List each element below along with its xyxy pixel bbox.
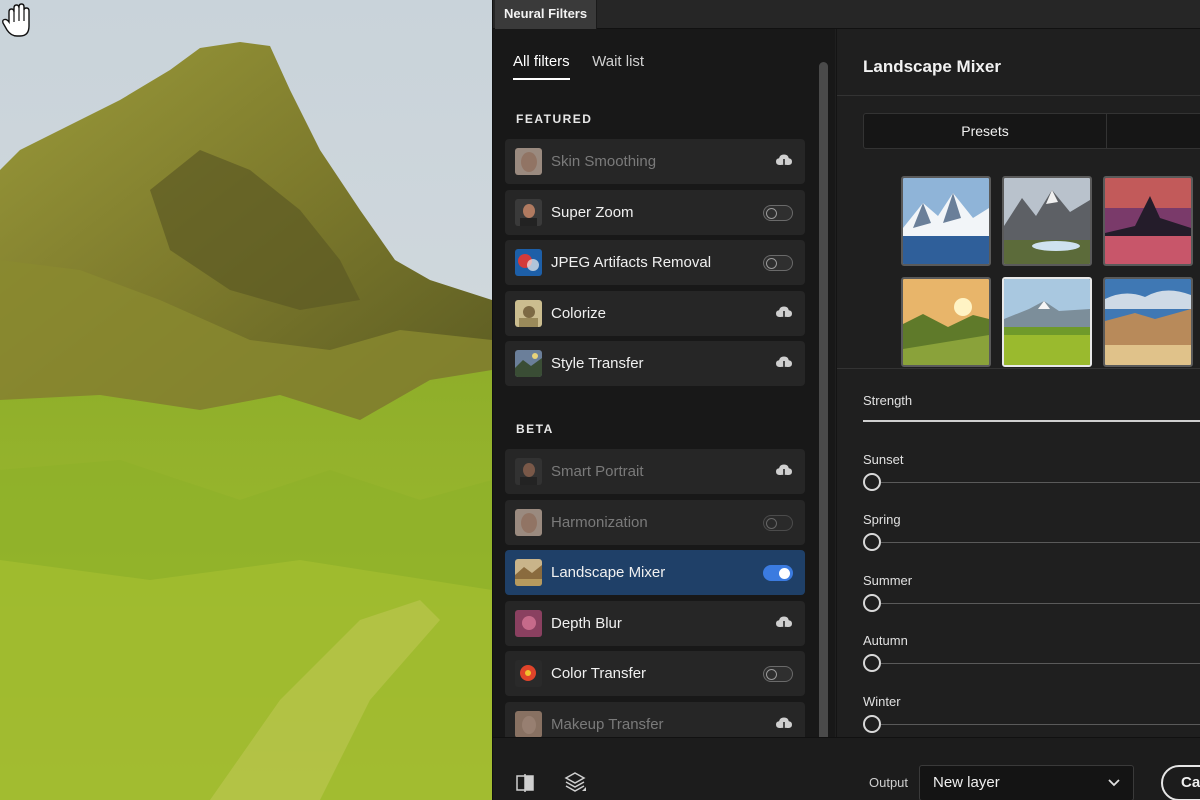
landscape-photo <box>0 0 492 800</box>
snowy-lake-preset[interactable] <box>901 176 991 266</box>
tab-presets[interactable]: Presets <box>864 114 1107 148</box>
section-beta-heading: BETA <box>516 422 554 436</box>
vintage-thumb-icon <box>515 299 542 327</box>
slider-label-sunset: Sunset <box>863 452 904 467</box>
panel-footer: Output New layer Cancel <box>493 737 1200 800</box>
flower-thumb-icon <box>515 660 542 687</box>
section-featured-heading: FEATURED <box>516 112 593 126</box>
slider-track-spring[interactable] <box>881 542 1200 544</box>
filter-item-super-zoom[interactable]: Super Zoom <box>505 189 805 235</box>
preset-image <box>1004 279 1090 365</box>
sunset-peak-preset[interactable] <box>1103 176 1193 266</box>
slider-knob-sunset[interactable] <box>863 473 881 491</box>
slider-knob-spring[interactable] <box>863 533 881 552</box>
cancel-button[interactable]: Cancel <box>1161 765 1200 800</box>
filter-label: Landscape Mixer <box>551 564 666 581</box>
filter-label: JPEG Artifacts Removal <box>551 254 712 271</box>
filter-title: Landscape Mixer <box>863 57 1001 76</box>
chevron-down-icon <box>1108 779 1120 787</box>
filter-item-smart-portrait[interactable]: Smart Portrait <box>505 449 805 494</box>
cloud-download-icon[interactable] <box>775 355 793 371</box>
cloud-download-icon[interactable] <box>775 716 793 732</box>
divider <box>837 368 1200 369</box>
filter-item-depth-blur[interactable]: Depth Blur <box>505 600 805 646</box>
slider-label-spring: Spring <box>863 512 901 528</box>
presets-tabbar: Presets <box>863 113 1200 149</box>
filter-label: Style Transfer <box>551 355 644 372</box>
divider <box>837 95 1200 96</box>
compare-view-icon[interactable] <box>515 773 535 793</box>
filter-toggle[interactable] <box>763 565 793 581</box>
canvas-image[interactable] <box>0 0 492 800</box>
painting-thumb-icon <box>515 350 542 377</box>
slider-knob-summer[interactable] <box>863 593 881 612</box>
face-thumb-icon <box>515 148 542 175</box>
portrait-thumb-icon <box>515 458 542 485</box>
green-meadow-preset[interactable] <box>1002 277 1092 367</box>
preset-image <box>903 279 989 365</box>
slider-track-autumn[interactable] <box>881 663 1200 665</box>
filter-list: All filters Wait list FEATURED Skin Smoo… <box>493 29 835 752</box>
filter-item-style-transfer[interactable]: Style Transfer <box>505 341 805 386</box>
preset-image <box>903 178 989 264</box>
tab-neural-filters[interactable]: Neural Filters <box>495 0 598 29</box>
output-value: New layer <box>933 774 1000 791</box>
strength-label: Strength <box>863 393 913 408</box>
filter-toggle[interactable] <box>763 204 793 221</box>
cloud-download-icon[interactable] <box>775 463 793 479</box>
photoshop-neural-filters-workspace: Neural Filters All filters Wait list FEA… <box>0 0 1200 800</box>
filter-label: Super Zoom <box>551 203 634 221</box>
slider-knob-autumn[interactable] <box>863 654 881 673</box>
preset-image <box>1004 178 1090 264</box>
list-scrollbar[interactable] <box>819 62 828 752</box>
slider-knob-winter[interactable] <box>863 714 881 733</box>
landscape-thumb-icon <box>515 559 542 586</box>
layers-icon[interactable] <box>563 770 587 794</box>
list-tabs: All filters Wait list <box>513 53 662 83</box>
filter-item-colorize[interactable]: Colorize <box>505 290 805 336</box>
filter-label: Colorize <box>551 304 607 322</box>
panel-tab-bar: Neural Filters <box>493 0 1200 29</box>
preset-image <box>1105 178 1191 264</box>
filter-detail-pane: Landscape Mixer Presets Strength Sunset S… <box>836 29 1200 737</box>
slider-label-autumn: Autumn <box>863 633 908 649</box>
slider-label-winter: Winter <box>863 693 901 709</box>
cloud-download-icon[interactable] <box>775 615 793 631</box>
filter-item-jpeg-artifacts-removal[interactable]: JPEG Artifacts Removal <box>505 240 805 285</box>
filter-toggle[interactable] <box>763 514 793 531</box>
preset-image <box>1105 279 1191 365</box>
filter-label: Smart Portrait <box>551 463 644 480</box>
filter-label: Harmonization <box>551 513 648 531</box>
portrait-thumb-icon <box>515 198 542 226</box>
filter-item-skin-smoothing[interactable]: Skin Smoothing <box>505 139 805 184</box>
makeup-thumb-icon <box>515 710 542 738</box>
blur-thumb-icon <box>515 609 542 637</box>
tab-all-filters[interactable]: All filters <box>513 53 570 80</box>
golden-hills-preset[interactable] <box>901 277 991 367</box>
slider-label-summer: Summer <box>863 572 913 588</box>
cloud-download-icon[interactable] <box>775 153 793 169</box>
filter-label: Skin Smoothing <box>551 153 657 170</box>
filter-label: Color Transfer <box>551 665 647 682</box>
filter-toggle[interactable] <box>763 255 793 271</box>
neural-filters-panel: Neural Filters All filters Wait list FEA… <box>492 0 1200 800</box>
filter-item-harmonization[interactable]: Harmonization <box>505 499 805 545</box>
tab-wait-list[interactable]: Wait list <box>592 53 644 78</box>
slider-track-winter[interactable] <box>881 723 1200 725</box>
output-label: Output <box>869 775 909 790</box>
output-select[interactable]: New layer <box>919 765 1134 800</box>
face-thumb-icon <box>515 508 542 536</box>
filter-toggle[interactable] <box>763 666 793 682</box>
strength-slider[interactable] <box>863 420 1200 422</box>
slider-track-summer[interactable] <box>881 602 1200 604</box>
abstract-thumb-icon <box>515 249 542 276</box>
hand-cursor-icon <box>2 3 30 37</box>
filter-label: Depth Blur <box>551 614 622 632</box>
mountain-valley-preset[interactable] <box>1002 176 1092 266</box>
filter-item-color-transfer[interactable]: Color Transfer <box>505 651 805 696</box>
filter-item-landscape-mixer[interactable]: Landscape Mixer <box>505 550 805 595</box>
desert-cliffs-preset[interactable] <box>1103 277 1193 367</box>
cloud-download-icon[interactable] <box>775 305 793 321</box>
slider-track-sunset[interactable] <box>881 482 1200 483</box>
